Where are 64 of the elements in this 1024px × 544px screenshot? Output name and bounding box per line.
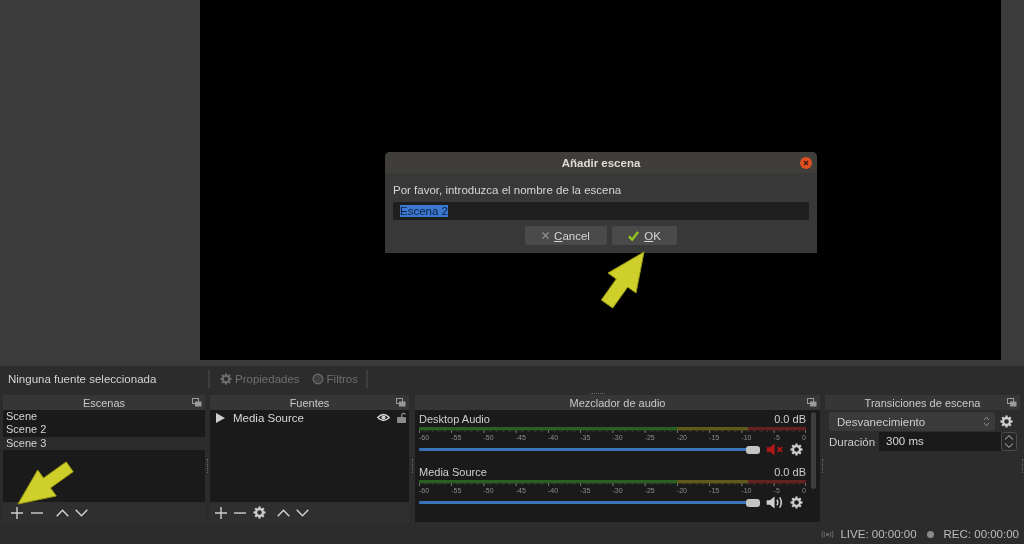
chevron-up-icon[interactable]: [1004, 434, 1014, 440]
slider-thumb[interactable]: [746, 445, 760, 454]
chevron-down-icon[interactable]: [75, 508, 88, 517]
gear-icon[interactable]: [253, 506, 266, 519]
close-icon[interactable]: [800, 156, 812, 169]
record-dot-icon: [926, 530, 934, 538]
rec-timer: REC: 00:00:00: [943, 528, 1019, 540]
source-name: Media Source: [233, 411, 305, 424]
chevron-down-icon[interactable]: [296, 508, 309, 517]
scene-item[interactable]: Scene 2: [3, 423, 205, 437]
duration-label: Duración: [829, 435, 877, 448]
volume-reading: 0.0 dB: [774, 466, 806, 479]
broadcast-icon: [821, 529, 835, 539]
dock-title: Escenas: [82, 396, 126, 409]
plus-icon[interactable]: [215, 506, 227, 519]
dock-title: Mezclador de audio: [569, 396, 666, 409]
volume-slider[interactable]: [419, 445, 760, 454]
channel-name: Media Source: [419, 466, 487, 479]
dock-title: Transiciones de escena: [864, 396, 981, 409]
checkmark-icon: [628, 230, 640, 241]
transition-dropdown[interactable]: Desvanecimiento: [829, 412, 995, 431]
resize-handle[interactable]: [411, 458, 413, 473]
spin-buttons[interactable]: [1001, 432, 1017, 451]
overlapping-windows-icon[interactable]: [396, 398, 406, 407]
slider-thumb[interactable]: [746, 498, 760, 507]
gear-icon[interactable]: [790, 443, 803, 456]
gear-icon: [220, 373, 232, 385]
up-down-chevrons-icon: [983, 416, 990, 427]
resize-handle[interactable]: [590, 393, 605, 394]
ok-button[interactable]: OK: [612, 226, 677, 245]
scene-item[interactable]: Scene 3: [3, 436, 205, 450]
speaker-icon[interactable]: [766, 496, 785, 509]
striped-circle-icon: [311, 373, 324, 385]
gear-icon[interactable]: [1000, 415, 1013, 428]
dialog-title: Añadir escena: [561, 156, 641, 169]
cancel-button[interactable]: Cancel: [525, 226, 607, 245]
volume-slider[interactable]: [419, 498, 760, 507]
source-status-label: Ninguna fuente seleccionada: [7, 373, 158, 385]
cross-icon: [542, 232, 550, 239]
dock-title: Fuentes: [289, 396, 330, 409]
channel-name: Desktop Audio: [419, 413, 490, 426]
chevron-up-icon[interactable]: [277, 508, 290, 517]
overlapping-windows-icon[interactable]: [192, 398, 202, 407]
gear-icon[interactable]: [790, 496, 803, 509]
chevron-down-icon[interactable]: [1004, 443, 1014, 449]
live-timer: LIVE: 00:00:00: [840, 528, 917, 540]
scene-item[interactable]: Scene: [3, 410, 205, 424]
resize-handle[interactable]: [1021, 458, 1023, 473]
eye-icon[interactable]: [377, 413, 390, 422]
resize-handle[interactable]: [207, 458, 208, 473]
scrollbar[interactable]: [811, 412, 816, 489]
muted-speaker-icon[interactable]: [766, 443, 785, 456]
dialog-prompt: Por favor, introduzca el nombre de la escena: [393, 184, 623, 197]
play-icon[interactable]: [216, 412, 225, 423]
chevron-up-icon[interactable]: [56, 508, 69, 517]
scene-name-input[interactable]: Escena 2: [393, 202, 809, 220]
duration-field[interactable]: 300 ms: [879, 432, 1001, 451]
volume-reading: 0.0 dB: [774, 413, 806, 426]
overlapping-windows-icon[interactable]: [1007, 398, 1017, 407]
overlapping-windows-icon[interactable]: [807, 398, 817, 407]
resize-handle[interactable]: [822, 458, 823, 473]
source-item[interactable]: Media Source: [210, 410, 409, 425]
padlock-icon[interactable]: [397, 412, 406, 423]
plus-icon[interactable]: [11, 506, 23, 519]
